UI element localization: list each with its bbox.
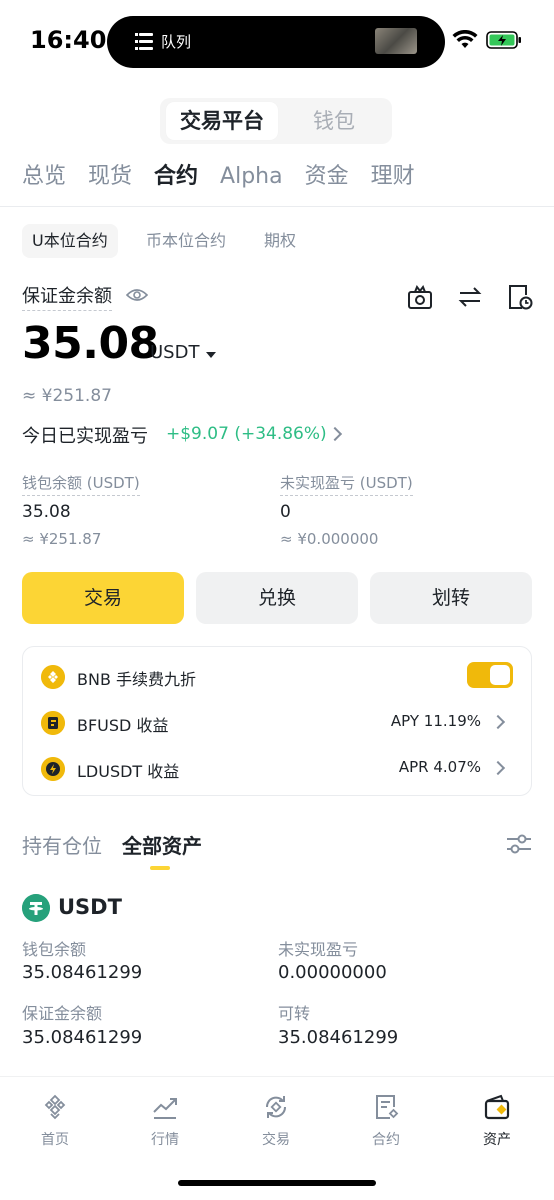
asset-wallet-value: 35.08461299 — [22, 962, 143, 983]
unrealized-pnl-label: 未实现盈亏 (USDT) — [280, 472, 413, 496]
bfusd-apy: APY 11.19% — [390, 712, 481, 730]
balance-approx-cny: ≈ ¥251.87 — [22, 386, 112, 406]
chevron-right-icon — [490, 760, 506, 776]
wallet-balance-label: 钱包余额 (USDT) — [22, 472, 140, 496]
today-pnl-value[interactable]: +$9.07 (+34.86%) — [166, 424, 327, 444]
tab-all-assets[interactable]: 全部资产 — [122, 830, 202, 859]
futures-document-icon — [376, 1095, 399, 1119]
chevron-right-icon[interactable] — [327, 426, 343, 442]
wallet-balance-approx: ≈ ¥251.87 — [22, 530, 102, 548]
today-pnl-label[interactable]: 今日已实现盈亏 — [22, 422, 148, 448]
subtab-coinm-futures[interactable]: 币本位合约 — [146, 224, 226, 258]
transfer-arrows-icon[interactable] — [456, 283, 484, 311]
platform-wallet-toggle: 交易平台 钱包 — [160, 98, 392, 144]
eye-icon[interactable] — [126, 287, 148, 303]
transfer-button[interactable]: 划转 — [370, 572, 532, 624]
tab-overview[interactable]: 总览 — [22, 160, 66, 194]
asset-margin-value: 35.08461299 — [22, 1027, 143, 1048]
tab-futures[interactable]: 合约 — [154, 160, 198, 194]
tab-earn[interactable]: 理财 — [371, 160, 415, 194]
wallet-icon — [484, 1094, 510, 1120]
nav-futures[interactable]: 合约 — [331, 1093, 441, 1149]
tab-alpha[interactable]: Alpha — [220, 160, 283, 194]
bnb-fee-toggle[interactable] — [467, 662, 513, 688]
convert-button[interactable]: 兑换 — [196, 572, 358, 624]
status-bar: 16:40 队列 — [0, 0, 554, 84]
nav-markets[interactable]: 行情 — [110, 1093, 220, 1149]
asset-unrealized-value: 0.00000000 — [278, 962, 387, 983]
tab-wallet[interactable]: 钱包 — [280, 102, 388, 140]
trade-button[interactable]: 交易 — [22, 572, 184, 624]
asset-unrealized-label: 未实现盈亏 — [278, 940, 359, 959]
subtab-usdm-futures[interactable]: U本位合约 — [22, 224, 118, 258]
benefits-card: BNB 手续费九折 BFUSD 收益 APY 11.19% LDUSDT 收益 … — [22, 646, 532, 796]
status-time: 16:40 — [30, 26, 107, 54]
tab-spot[interactable]: 现货 — [88, 160, 132, 194]
asset-wallet-label: 钱包余额 — [22, 940, 87, 959]
unrealized-pnl-value: 0 — [280, 502, 291, 522]
nav-assets-label: 资产 — [483, 1132, 511, 1148]
chart-line-icon — [153, 1098, 177, 1119]
bfusd-row[interactable]: BFUSD 收益 APY 11.19% — [23, 699, 533, 745]
main-tabs: 总览 现货 合约 Alpha 资金 理财 — [22, 160, 437, 194]
divider — [0, 206, 554, 207]
asset-margin-label: 保证金余额 — [22, 1004, 103, 1023]
ldusdt-label: LDUSDT 收益 — [77, 762, 180, 781]
ldusdt-coin-icon — [41, 757, 65, 781]
usdt-coin-icon — [22, 894, 50, 922]
nav-home[interactable]: 首页 — [0, 1093, 110, 1149]
toggle-knob — [490, 665, 510, 685]
unrealized-pnl-approx: ≈ ¥0.000000 — [280, 530, 379, 548]
asset-transferable-label: 可转 — [278, 1004, 311, 1023]
queue-list-icon — [135, 32, 153, 52]
chevron-down-icon[interactable] — [206, 352, 216, 358]
queue-label: 队列 — [161, 33, 192, 51]
bnb-fee-discount-label: BNB 手续费九折 — [77, 670, 197, 689]
subtab-options[interactable]: 期权 — [264, 224, 296, 258]
gift-box-icon[interactable] — [406, 283, 434, 311]
binance-logo-icon — [44, 1094, 66, 1120]
nav-futures-label: 合约 — [372, 1132, 400, 1148]
bfusd-label: BFUSD 收益 — [77, 716, 169, 735]
nav-trade[interactable]: 交易 — [221, 1093, 331, 1149]
margin-balance-amount: 35.08 — [22, 318, 159, 369]
wifi-icon — [452, 30, 478, 48]
filter-settings-icon[interactable] — [506, 832, 532, 856]
trade-cycle-icon — [265, 1096, 287, 1118]
bnb-fee-discount-row: BNB 手续费九折 — [23, 653, 533, 699]
tab-trading-platform[interactable]: 交易平台 — [166, 102, 278, 140]
home-indicator — [178, 1180, 376, 1186]
active-tab-indicator — [150, 866, 170, 870]
history-record-icon[interactable] — [506, 283, 534, 311]
ldusdt-apr: APR 4.07% — [398, 758, 481, 776]
wallet-balance-value: 35.08 — [22, 502, 71, 522]
currency-unit-selector[interactable]: USDT — [150, 342, 199, 363]
bfusd-coin-icon — [41, 711, 65, 735]
media-thumbnail — [375, 28, 417, 54]
nav-home-label: 首页 — [41, 1132, 69, 1148]
margin-balance-label[interactable]: 保证金余额 — [22, 282, 112, 311]
dynamic-island[interactable]: 队列 — [107, 16, 445, 68]
bnb-coin-icon — [41, 665, 65, 689]
nav-trade-label: 交易 — [262, 1132, 290, 1148]
nav-assets[interactable]: 资产 — [442, 1093, 552, 1149]
asset-name: USDT — [58, 895, 122, 919]
ldusdt-row[interactable]: LDUSDT 收益 APR 4.07% — [23, 745, 533, 791]
battery-icon — [486, 31, 521, 49]
nav-markets-label: 行情 — [151, 1132, 179, 1148]
tab-positions[interactable]: 持有仓位 — [22, 830, 102, 859]
chevron-right-icon — [490, 714, 506, 730]
asset-transferable-value: 35.08461299 — [278, 1027, 399, 1048]
tab-funding[interactable]: 资金 — [305, 160, 349, 194]
